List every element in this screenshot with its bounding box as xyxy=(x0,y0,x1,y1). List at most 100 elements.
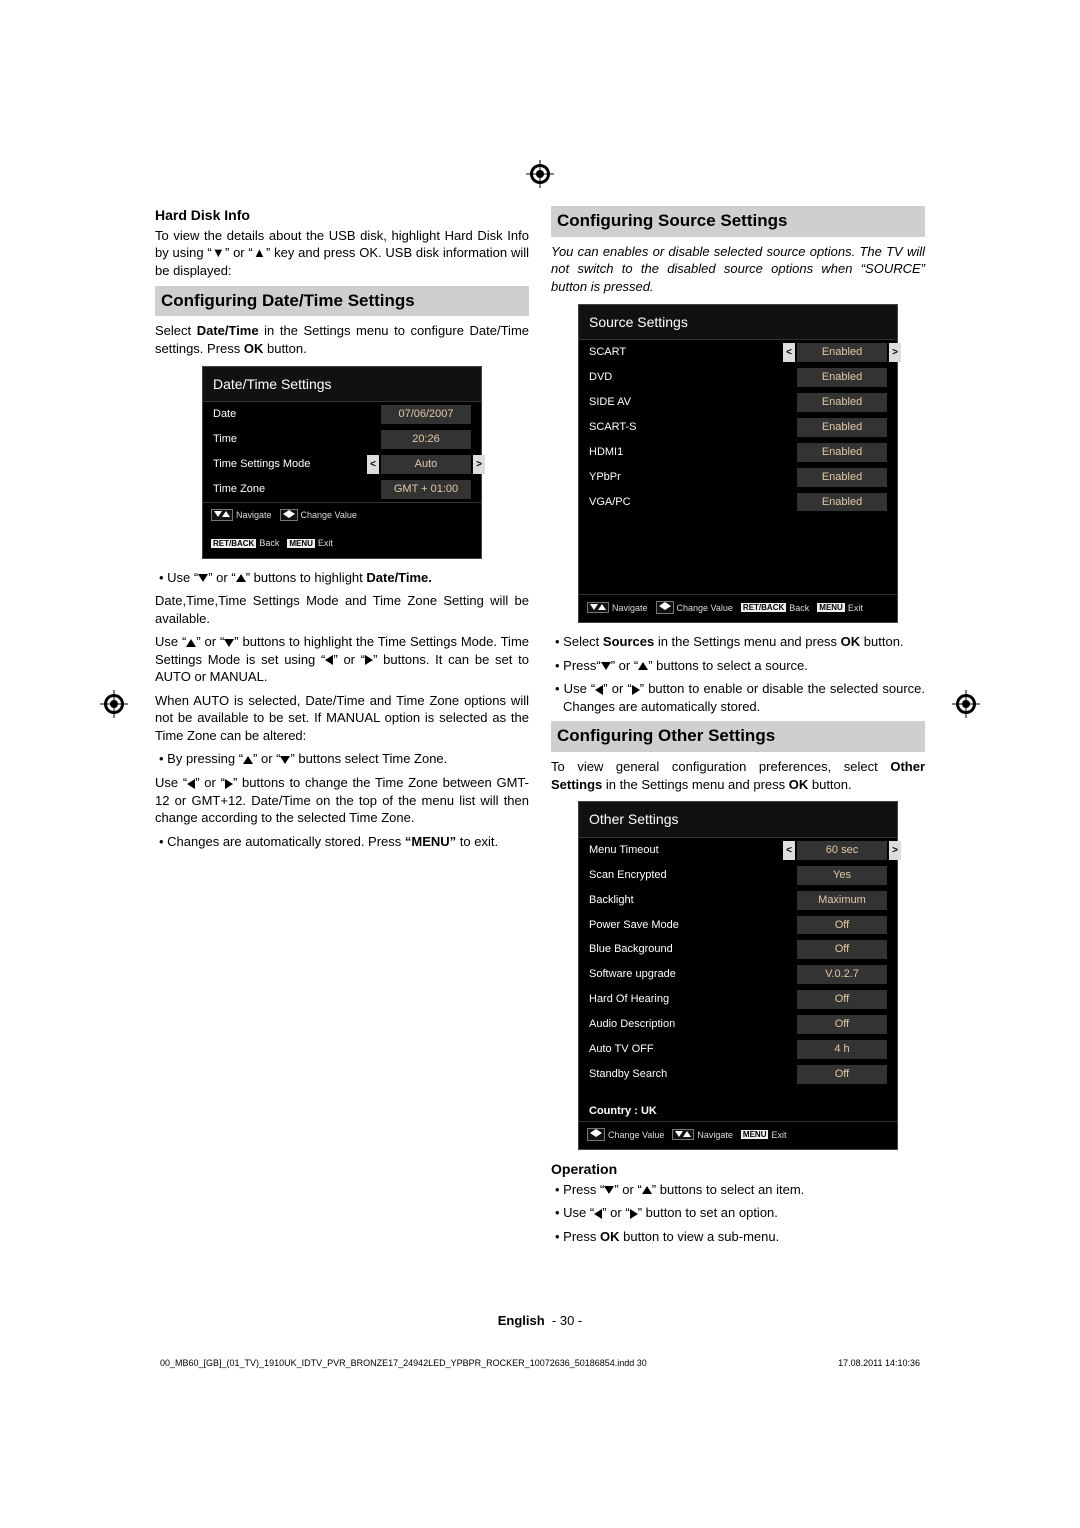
other-country: Country : UK xyxy=(589,1104,887,1119)
datetime-p4: Use “” or “” buttons to change the Time … xyxy=(155,774,529,827)
osd-row-value: 20:26 xyxy=(381,430,471,449)
osd-row-label: Backlight xyxy=(589,893,797,908)
datetime-p1: Date,Time,Time Settings Mode and Time Zo… xyxy=(155,592,529,627)
osd-row-value: Enabled xyxy=(797,443,887,462)
osd-row: Software upgradeV.0.2.7 xyxy=(579,962,897,987)
osd-row-label: Scan Encrypted xyxy=(589,868,797,883)
osd-row: Date07/06/2007 xyxy=(203,402,481,427)
osd-row-value: Maximum xyxy=(797,891,887,910)
osd-row: SCART-SEnabled xyxy=(579,415,897,440)
datetime-intro: Select Date/Time in the Settings menu to… xyxy=(155,322,529,357)
osd-row-value: Off xyxy=(797,940,887,959)
registration-mark-right xyxy=(952,690,980,718)
operation-bullet-3: • Press OK button to view a sub-menu. xyxy=(551,1228,925,1246)
right-column: Configuring Source Settings You can enab… xyxy=(551,200,925,1251)
osd-row-value: 07/06/2007 xyxy=(381,405,471,424)
datetime-heading: Configuring Date/Time Settings xyxy=(155,286,529,317)
hard-disk-heading: Hard Disk Info xyxy=(155,206,529,225)
osd-row-value: 4 h xyxy=(797,1040,887,1059)
source-bullet-2: • Press“” or “” buttons to select a sour… xyxy=(551,657,925,675)
osd-row: Time Settings ModeAuto xyxy=(203,452,481,477)
osd-row-value: Yes xyxy=(797,866,887,885)
osd-row-value: GMT + 01:00 xyxy=(381,480,471,499)
up-arrow-icon xyxy=(236,574,246,582)
osd-row-label: YPbPr xyxy=(589,470,797,485)
source-heading: Configuring Source Settings xyxy=(551,206,925,237)
osd-row: DVDEnabled xyxy=(579,365,897,390)
osd-row: Hard Of HearingOff xyxy=(579,987,897,1012)
osd-row-value: Off xyxy=(797,1015,887,1034)
osd-row-label: SCART-S xyxy=(589,420,797,435)
print-footer: 00_MB60_[GB]_(01_TV)_1910UK_IDTV_PVR_BRO… xyxy=(160,1358,920,1368)
osd-row-value: Enabled xyxy=(797,393,887,412)
datetime-osd-title: Date/Time Settings xyxy=(203,367,481,403)
osd-row-value: Enabled xyxy=(797,468,887,487)
osd-row-label: Time Zone xyxy=(213,482,381,497)
osd-row: Standby SearchOff xyxy=(579,1062,897,1087)
osd-row: Audio DescriptionOff xyxy=(579,1012,897,1037)
osd-row-label: Power Save Mode xyxy=(589,918,797,933)
osd-row: Blue BackgroundOff xyxy=(579,937,897,962)
osd-row: SCARTEnabled xyxy=(579,340,897,365)
osd-row-label: Hard Of Hearing xyxy=(589,992,797,1007)
registration-mark-top xyxy=(526,160,554,188)
operation-heading: Operation xyxy=(551,1160,925,1179)
page-footer: English - 30 - xyxy=(0,1313,1080,1328)
osd-row: BacklightMaximum xyxy=(579,888,897,913)
other-intro: To view general configuration preference… xyxy=(551,758,925,793)
datetime-p2: Use “” or “” buttons to highlight the Ti… xyxy=(155,633,529,686)
osd-row: Time ZoneGMT + 01:00 xyxy=(203,477,481,502)
registration-mark-left xyxy=(100,690,128,718)
operation-bullet-1: • Press “” or “” buttons to select an it… xyxy=(551,1181,925,1199)
print-date: 17.08.2011 14:10:36 xyxy=(838,1358,920,1368)
osd-row: SIDE AVEnabled xyxy=(579,390,897,415)
osd-row: Scan EncryptedYes xyxy=(579,863,897,888)
source-bullet-1: • Select Sources in the Settings menu an… xyxy=(551,633,925,651)
datetime-p3: When AUTO is selected, Date/Time and Tim… xyxy=(155,692,529,745)
source-note: You can enables or disable selected sour… xyxy=(551,243,925,296)
osd-row-label: Auto TV OFF xyxy=(589,1042,797,1057)
datetime-bullet-1: • Use “” or “” buttons to highlight Date… xyxy=(155,569,529,587)
osd-row-value: Off xyxy=(797,916,887,935)
osd-row-label: VGA/PC xyxy=(589,495,797,510)
osd-row-label: Time xyxy=(213,432,381,447)
other-osd: Other Settings Menu Timeout60 secScan En… xyxy=(578,801,898,1150)
osd-row-label: Time Settings Mode xyxy=(213,457,381,472)
osd-row: Power Save ModeOff xyxy=(579,913,897,938)
osd-row-value: Off xyxy=(797,990,887,1009)
osd-row: Menu Timeout60 sec xyxy=(579,838,897,863)
other-osd-footer: Change Value Navigate MENUExit xyxy=(579,1121,897,1149)
datetime-osd: Date/Time Settings Date07/06/2007Time20:… xyxy=(202,366,482,559)
left-column: Hard Disk Info To view the details about… xyxy=(155,200,529,1251)
osd-row: HDMI1Enabled xyxy=(579,440,897,465)
osd-row-label: HDMI1 xyxy=(589,445,797,460)
osd-row-value: V.0.2.7 xyxy=(797,965,887,984)
osd-row-value: Enabled xyxy=(797,368,887,387)
datetime-bullet-2: • By pressing “” or “” buttons select Ti… xyxy=(155,750,529,768)
osd-row-value: Auto xyxy=(381,455,471,474)
print-file: 00_MB60_[GB]_(01_TV)_1910UK_IDTV_PVR_BRO… xyxy=(160,1358,647,1368)
osd-row-label: Menu Timeout xyxy=(589,843,797,858)
osd-row: Time20:26 xyxy=(203,427,481,452)
osd-row-label: Audio Description xyxy=(589,1017,797,1032)
osd-row-label: SCART xyxy=(589,345,797,360)
osd-row-label: Standby Search xyxy=(589,1067,797,1082)
source-osd-title: Source Settings xyxy=(579,305,897,341)
osd-row-label: SIDE AV xyxy=(589,395,797,410)
osd-row: Auto TV OFF4 h xyxy=(579,1037,897,1062)
osd-row-label: Software upgrade xyxy=(589,967,797,982)
osd-row-value: Enabled xyxy=(797,493,887,512)
operation-bullet-2: • Use “” or “” button to set an option. xyxy=(551,1204,925,1222)
down-arrow-icon xyxy=(198,574,208,582)
source-osd-footer: Navigate Change Value RET/BACKBack MENUE… xyxy=(579,594,897,622)
hard-disk-body: To view the details about the USB disk, … xyxy=(155,227,529,280)
osd-row-label: Blue Background xyxy=(589,942,797,957)
osd-row-value: Off xyxy=(797,1065,887,1084)
osd-row-value: Enabled xyxy=(797,418,887,437)
other-heading: Configuring Other Settings xyxy=(551,721,925,752)
source-bullet-3: • Use “” or “” button to enable or disab… xyxy=(551,680,925,715)
osd-row-label: Date xyxy=(213,407,381,422)
osd-row: VGA/PCEnabled xyxy=(579,490,897,515)
datetime-osd-footer: Navigate Change Value RET/BACKBack MENUE… xyxy=(203,502,481,558)
osd-row-value: Enabled xyxy=(797,343,887,362)
